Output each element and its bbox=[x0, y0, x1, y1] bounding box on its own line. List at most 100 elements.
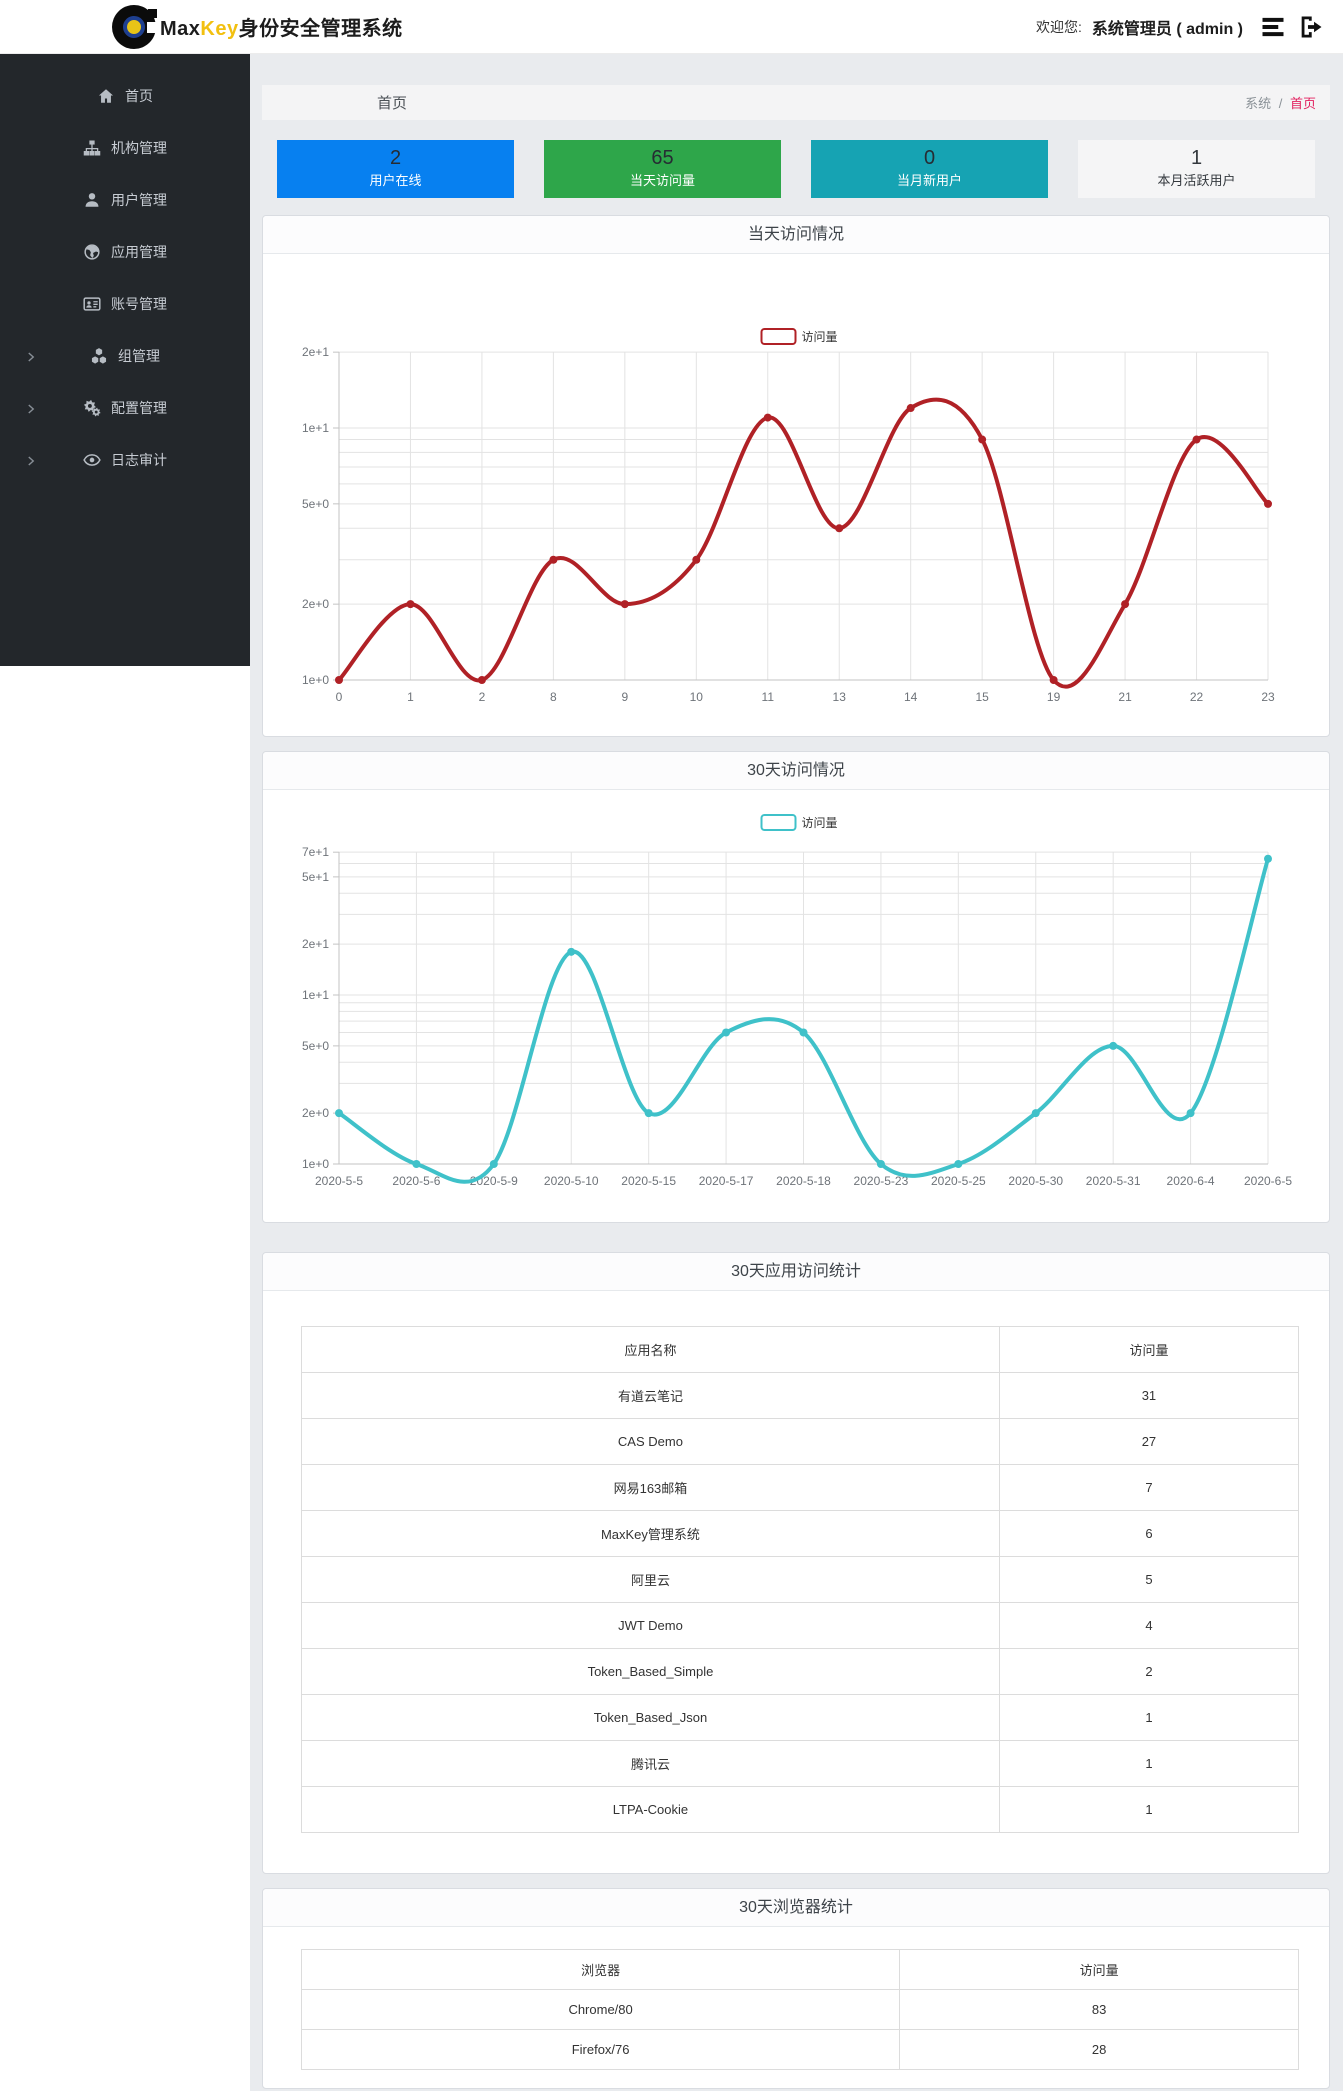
cell-visits: 83 bbox=[899, 1989, 1299, 2030]
x-axis-tick-label: 2020-5-25 bbox=[931, 1174, 986, 1188]
logout-icon[interactable] bbox=[1297, 13, 1325, 41]
monthly-visits-chart[interactable]: 1e+0 2e+0 5e+0 1e+1 2e+1 5e+1 7e+1 2020-5-5 2020… bbox=[263, 790, 1329, 1222]
cell-visits: 7 bbox=[998, 1464, 1300, 1511]
app-visits-table: 应用名称 访问量 有道云笔记 31 CAS Demo 27 网易163邮箱 7 MaxKey管理… bbox=[301, 1326, 1300, 1833]
app-logo: MaxKey身份安全管理系统 bbox=[112, 4, 403, 49]
data-point-marker[interactable] bbox=[1186, 1109, 1195, 1118]
sidebar-item-label: 机构管理 bbox=[111, 140, 167, 156]
data-point-marker[interactable] bbox=[335, 1109, 343, 1118]
sidebar-item-1[interactable]: 机构管理 bbox=[0, 122, 250, 174]
x-axis-tick-label: 2020-5-31 bbox=[1086, 1174, 1141, 1188]
data-point-marker[interactable] bbox=[799, 1028, 808, 1037]
breadcrumb: 系统 / 首页 bbox=[1245, 93, 1330, 112]
cell-visits: 1 bbox=[998, 1740, 1300, 1787]
chart-canvas[interactable]: 1e+0 2e+0 5e+0 1e+1 2e+1 5e+1 7e+1 2020-5-5 2020… bbox=[263, 790, 1331, 1222]
x-axis-tick-label: 2020-5-18 bbox=[776, 1174, 831, 1188]
sidebar-item-7[interactable]: 日志审计 bbox=[0, 434, 250, 486]
data-point-marker[interactable] bbox=[549, 555, 558, 564]
cell-name: 网易163邮箱 bbox=[301, 1464, 1000, 1511]
maxkey-logo-icon bbox=[112, 4, 158, 49]
x-axis-tick-label: 14 bbox=[904, 690, 918, 704]
column-header: 浏览器 bbox=[300, 1949, 901, 1990]
current-user: 系统管理员 ( admin ) bbox=[1091, 21, 1243, 38]
stat-value: 1 bbox=[1190, 147, 1203, 169]
data-point-marker[interactable] bbox=[412, 1160, 421, 1168]
x-axis-tick-label: 15 bbox=[975, 690, 989, 704]
data-point-marker[interactable] bbox=[489, 1160, 498, 1168]
y-axis-tick-label: 5e+0 bbox=[302, 497, 329, 511]
sidebar-item-0[interactable]: 首页 bbox=[0, 70, 250, 122]
gears-icon bbox=[83, 399, 101, 417]
legend-marker-icon bbox=[760, 814, 797, 831]
sidebar-item-5[interactable]: 组管理 bbox=[0, 330, 250, 382]
stat-card-3: 1 本月活跃用户 bbox=[1078, 140, 1315, 198]
data-point-marker[interactable] bbox=[763, 413, 772, 422]
sidebar-item-3[interactable]: 应用管理 bbox=[0, 226, 250, 278]
table-row: 腾讯云 1 bbox=[301, 1740, 1300, 1787]
breadcrumb-root[interactable]: 系统 bbox=[1245, 96, 1271, 111]
data-point-marker[interactable] bbox=[406, 600, 415, 609]
data-point-marker[interactable] bbox=[1264, 499, 1272, 508]
y-axis-tick-label: 1e+0 bbox=[302, 1157, 329, 1171]
x-axis-tick-label: 2020-5-15 bbox=[621, 1174, 676, 1188]
breadcrumb-separator: / bbox=[1278, 96, 1283, 111]
data-point-marker[interactable] bbox=[567, 947, 576, 956]
globe-icon bbox=[83, 243, 101, 261]
y-axis-tick-label: 1e+1 bbox=[302, 988, 329, 1002]
data-point-marker[interactable] bbox=[644, 1109, 653, 1118]
legend-label: 访问量 bbox=[802, 330, 838, 344]
x-axis-tick-label: 2020-5-17 bbox=[699, 1174, 754, 1188]
data-point-marker[interactable] bbox=[876, 1160, 885, 1168]
sidebar-item-label: 日志审计 bbox=[111, 452, 167, 468]
panel-app-stats: 30天应用访问统计 应用名称 访问量 有道云笔记 31 CAS Demo 27 网易163邮… bbox=[262, 1252, 1330, 1874]
data-point-marker[interactable] bbox=[835, 524, 844, 533]
daily-visits-chart[interactable]: 1e+0 2e+0 5e+0 1e+1 2e+1 0 1 2 8 9 10 11 13 14 15 19 21 2… bbox=[263, 254, 1329, 736]
app-title: MaxKey身份安全管理系统 bbox=[160, 12, 403, 41]
menu-list-icon[interactable] bbox=[1259, 13, 1287, 41]
series-line[interactable] bbox=[337, 397, 1270, 689]
chart-legend[interactable]: 访问量 bbox=[760, 814, 838, 831]
x-axis-tick-label: 10 bbox=[690, 690, 704, 704]
page-title: 首页 bbox=[377, 95, 408, 112]
data-point-marker[interactable] bbox=[1121, 600, 1130, 609]
browser-visits-table: 浏览器 访问量 Chrome/80 83 Firefox/76 28 bbox=[300, 1949, 1299, 2070]
chevron-right-icon[interactable] bbox=[27, 454, 35, 466]
sitemap-icon bbox=[83, 139, 101, 157]
x-axis-tick-label: 2 bbox=[479, 690, 486, 704]
cubes-icon bbox=[90, 347, 108, 365]
sidebar-item-6[interactable]: 配置管理 bbox=[0, 382, 250, 434]
chevron-right-icon[interactable] bbox=[27, 402, 35, 414]
data-point-marker[interactable] bbox=[477, 676, 486, 684]
data-point-marker[interactable] bbox=[722, 1028, 731, 1037]
sidebar-item-label: 组管理 bbox=[118, 348, 160, 364]
sidebar-item-4[interactable]: 账号管理 bbox=[0, 278, 250, 330]
data-point-marker[interactable] bbox=[906, 404, 915, 413]
table-row: 阿里云 5 bbox=[301, 1556, 1300, 1603]
data-point-marker[interactable] bbox=[1031, 1109, 1040, 1118]
table-row: Firefox/76 28 bbox=[300, 2029, 1299, 2070]
breadcrumb-current[interactable]: 首页 bbox=[1290, 96, 1316, 111]
data-point-marker[interactable] bbox=[1109, 1041, 1118, 1050]
breadcrumb-bar: 首页 系统 / 首页 bbox=[262, 85, 1330, 120]
cell-name: Chrome/80 bbox=[300, 1989, 901, 2030]
chart-legend[interactable]: 访问量 bbox=[760, 328, 838, 345]
stat-label: 本月活跃用户 bbox=[1157, 173, 1236, 188]
sidebar-item-2[interactable]: 用户管理 bbox=[0, 174, 250, 226]
data-point-marker[interactable] bbox=[692, 555, 701, 564]
data-point-marker[interactable] bbox=[1049, 676, 1058, 684]
logo-text-key: Key bbox=[200, 18, 239, 40]
data-point-marker[interactable] bbox=[620, 600, 629, 609]
x-axis-tick-label: 23 bbox=[1261, 690, 1275, 704]
data-point-marker[interactable] bbox=[978, 435, 987, 444]
chevron-right-icon[interactable] bbox=[27, 350, 35, 362]
x-axis-tick-label: 2020-6-5 bbox=[1244, 1174, 1292, 1188]
data-point-marker[interactable] bbox=[1264, 854, 1272, 863]
data-point-marker[interactable] bbox=[1192, 435, 1201, 444]
cell-name: Token_Based_Json bbox=[301, 1694, 1000, 1741]
cell-visits: 5 bbox=[998, 1556, 1300, 1603]
data-point-marker[interactable] bbox=[335, 676, 343, 684]
table-row: MaxKey管理系统 6 bbox=[301, 1510, 1300, 1557]
logo-text-max: Max bbox=[160, 18, 201, 40]
data-point-marker[interactable] bbox=[954, 1160, 963, 1168]
chart-canvas[interactable]: 1e+0 2e+0 5e+0 1e+1 2e+1 0 1 2 8 9 10 11 13 14 15 19 21 2… bbox=[263, 254, 1331, 736]
